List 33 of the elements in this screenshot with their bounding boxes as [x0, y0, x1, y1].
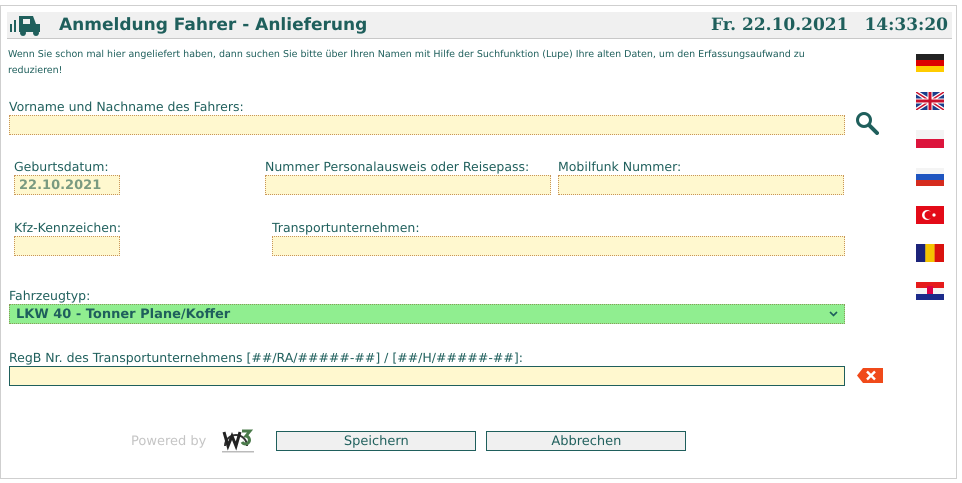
flag-icon[interactable]: [916, 282, 944, 300]
save-button[interactable]: Speichern: [276, 431, 476, 451]
input-field[interactable]: [14, 236, 120, 256]
logo-icon: [220, 428, 256, 454]
flag-icon[interactable]: [916, 206, 944, 224]
field-label: Geburtsdatum:: [14, 159, 110, 174]
field-label: Fahrzeugtyp:: [9, 288, 92, 303]
field-label: Nummer Personalausweis oder Reisepass:: [265, 159, 530, 174]
page-title: Anmeldung Fahrer - Anlieferung: [59, 15, 368, 35]
field-label: Mobilfunk Nummer:: [558, 159, 682, 174]
flag-icon[interactable]: [916, 54, 944, 72]
intro-text: Wenn Sie schon mal hier angeliefert haben, dann suchen Sie bitte über Ihren Namen mit Hilfe der Suchfunktion (Lupe) Ihre alten Daten, um den Erfassungsaufwand zu reduzieren!: [8, 48, 806, 78]
input-field[interactable]: [272, 236, 845, 256]
input-field[interactable]: [9, 366, 845, 386]
field-label: Kfz-Kennzeichen:: [14, 220, 120, 235]
field-label: Transportunternehmen:: [272, 220, 421, 235]
search-icon[interactable]: [855, 111, 879, 135]
flag-icon[interactable]: [916, 130, 944, 148]
powered-by-text: Powered by: [131, 434, 206, 448]
field-label: Vorname und Nachname des Fahrers:: [9, 99, 245, 114]
input-field[interactable]: [558, 175, 844, 195]
input-field[interactable]: [9, 115, 845, 135]
flag-icon[interactable]: [916, 244, 944, 262]
flag-icon[interactable]: [916, 92, 944, 110]
input-field[interactable]: [265, 175, 551, 195]
vehicle-type-dropdown[interactable]: LKW 40 - Tonner Plane/Koffer: [9, 304, 845, 324]
chevron-down-icon: [829, 311, 838, 317]
cancel-button[interactable]: Abbrechen: [486, 431, 686, 451]
flag-icon[interactable]: [916, 168, 944, 186]
clear-icon[interactable]: [857, 368, 883, 383]
date-text: Fr. 22.10.2021: [710, 15, 848, 35]
time-text: 14:33:20: [864, 15, 948, 35]
field-label: RegB Nr. des Transportunternehmens [##/RA/#####-##] / [##/H/#####-##]:: [9, 350, 524, 365]
